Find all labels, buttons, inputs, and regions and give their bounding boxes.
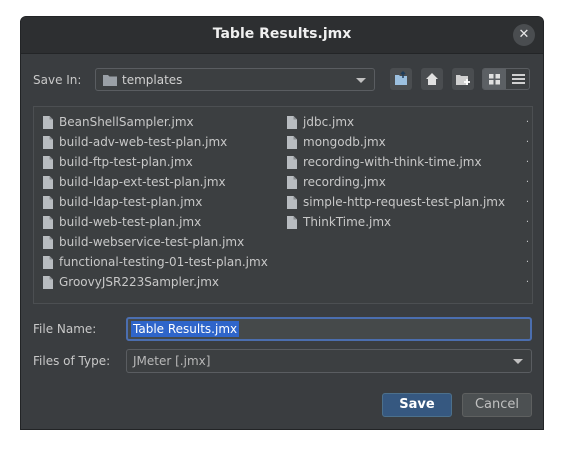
file-icon — [43, 116, 53, 129]
file-icon — [43, 236, 53, 249]
list-icon — [512, 74, 525, 84]
file-name: jdbc.jmx — [303, 115, 355, 129]
file-icon — [287, 116, 297, 129]
save-in-label: Save In: — [33, 73, 82, 87]
file-icon — [43, 136, 53, 149]
dialog-title: Table Results.jmx — [212, 26, 352, 42]
file-list[interactable]: BeanShellSampler.jmx build-adv-web-test-p… — [33, 106, 533, 304]
file-name: build-adv-web-test-plan.jmx — [59, 135, 228, 149]
file-icon — [287, 176, 297, 189]
file-name: mongodb.jmx — [303, 135, 386, 149]
file-name: build-webservice-test-plan.jmx — [59, 235, 245, 249]
file-name: build-ftp-test-plan.jmx — [59, 155, 193, 169]
file-name: GroovyJSR223Sampler.jmx — [59, 275, 220, 289]
truncated-column-marker: . — [525, 134, 529, 145]
file-name-input[interactable]: Table Results.jmx — [126, 317, 532, 341]
cancel-button[interactable]: Cancel — [462, 393, 532, 417]
truncated-column-marker: . — [525, 114, 529, 125]
up-folder-button[interactable] — [390, 68, 412, 90]
file-name: BeanShellSampler.jmx — [59, 115, 194, 129]
file-icon — [43, 176, 53, 189]
file-name: recording.jmx — [303, 175, 386, 189]
file-icon — [287, 216, 297, 229]
chevron-down-icon — [513, 359, 523, 364]
file-name: ThinkTime.jmx — [303, 215, 392, 229]
file-icon — [43, 196, 53, 209]
file-icon — [43, 216, 53, 229]
file-icon — [287, 136, 297, 149]
file-icon — [43, 256, 53, 269]
truncated-column-marker: . — [525, 194, 529, 205]
save-in-dropdown[interactable]: templates — [95, 68, 375, 91]
new-folder-button[interactable] — [452, 68, 474, 90]
file-type-dropdown[interactable]: JMeter [.jmx] — [126, 349, 532, 373]
truncated-column-marker: . — [525, 254, 529, 265]
file-icon — [43, 276, 53, 289]
home-button[interactable] — [421, 68, 443, 90]
save-in-folder: templates — [122, 73, 183, 87]
view-toggle — [482, 68, 530, 90]
grid-icon — [489, 74, 500, 85]
chevron-down-icon — [356, 78, 366, 83]
new-folder-icon — [456, 75, 470, 85]
file-icon — [287, 156, 297, 169]
save-button[interactable]: Save — [382, 393, 452, 417]
truncated-column-marker: . — [525, 154, 529, 165]
file-name: build-web-test-plan.jmx — [59, 215, 202, 229]
truncated-column-marker: . — [525, 234, 529, 245]
folder-icon — [103, 75, 117, 86]
file-name: build-ldap-ext-test-plan.jmx — [59, 175, 226, 189]
up-folder-icon — [395, 70, 407, 85]
truncated-column-marker: . — [525, 214, 529, 225]
file-name: simple-http-request-test-plan.jmx — [303, 195, 506, 209]
file-name: functional-testing-01-test-plan.jmx — [59, 255, 268, 269]
list-view-button[interactable] — [483, 69, 506, 89]
file-icon — [287, 196, 297, 209]
file-name: build-ldap-test-plan.jmx — [59, 195, 203, 209]
file-type-value: JMeter [.jmx] — [133, 354, 211, 368]
file-name: recording-with-think-time.jmx — [303, 155, 482, 169]
truncated-column-marker: . — [525, 274, 529, 285]
file-name-value: Table Results.jmx — [131, 321, 240, 337]
file-icon — [43, 156, 53, 169]
title-bar[interactable]: Table Results.jmx ✕ — [21, 17, 543, 54]
save-dialog: Table Results.jmx ✕ Save In: templates B… — [20, 16, 544, 430]
file-type-label: Files of Type: — [33, 354, 111, 368]
close-button[interactable]: ✕ — [513, 24, 535, 46]
home-icon — [426, 73, 438, 85]
truncated-column-marker: . — [525, 174, 529, 185]
details-view-button[interactable] — [507, 69, 529, 89]
file-name-label: File Name: — [33, 322, 97, 336]
